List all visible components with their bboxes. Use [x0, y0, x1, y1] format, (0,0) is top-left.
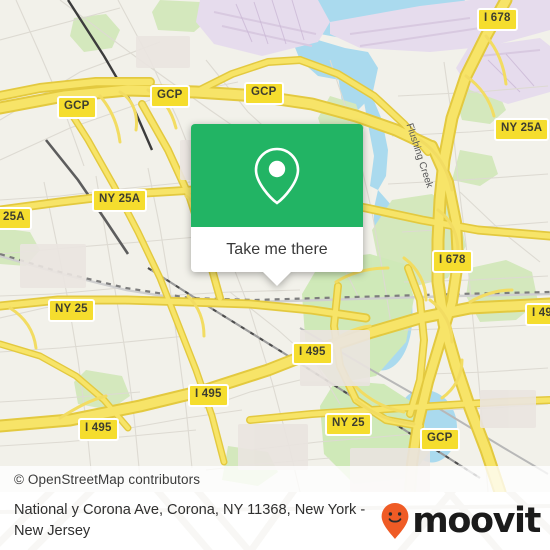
road-shield: NY 25A: [92, 189, 148, 212]
road-shield: I 495: [292, 342, 333, 365]
map-attribution: © OpenStreetMap contributors: [0, 466, 550, 492]
moovit-wordmark: moovit: [412, 500, 541, 541]
footer-bar: National y Corona Ave, Corona, NY 11368,…: [0, 492, 550, 550]
road-shield: NY 25: [325, 413, 372, 436]
map-attribution-text: © OpenStreetMap contributors: [14, 471, 201, 487]
road-shield: GCP: [57, 96, 97, 119]
road-shield: NY 25: [48, 299, 95, 322]
location-description: National y Corona Ave, Corona, NY 11368,…: [14, 502, 366, 539]
road-shield: 25A: [0, 207, 32, 230]
take-me-there-label: Take me there: [226, 240, 328, 258]
road-shield: GCP: [420, 428, 460, 451]
road-shield: I 495: [525, 303, 550, 326]
popup-header: [191, 124, 363, 227]
moovit-pin-smile-icon: [381, 503, 409, 539]
take-me-there-popup[interactable]: Take me there: [191, 124, 363, 286]
popup-action-bar[interactable]: Take me there: [191, 227, 363, 272]
road-shield: I 678: [432, 250, 473, 273]
road-shield: I 678: [477, 8, 518, 31]
road-shield: I 495: [188, 384, 229, 407]
moovit-brand: moovit: [380, 502, 550, 540]
road-shield: GCP: [244, 82, 284, 105]
map-canvas[interactable]: Flushing Creek GCP GCP GCP I 678 NY 25A …: [0, 0, 550, 492]
road-shield: I 495: [78, 418, 119, 441]
screenshot-root: Flushing Creek GCP GCP GCP I 678 NY 25A …: [0, 0, 550, 550]
road-shield: NY 25A: [494, 118, 550, 141]
road-shield: GCP: [150, 85, 190, 108]
map-pin-icon: [254, 147, 300, 205]
popup-tail-pointer: [263, 272, 291, 286]
